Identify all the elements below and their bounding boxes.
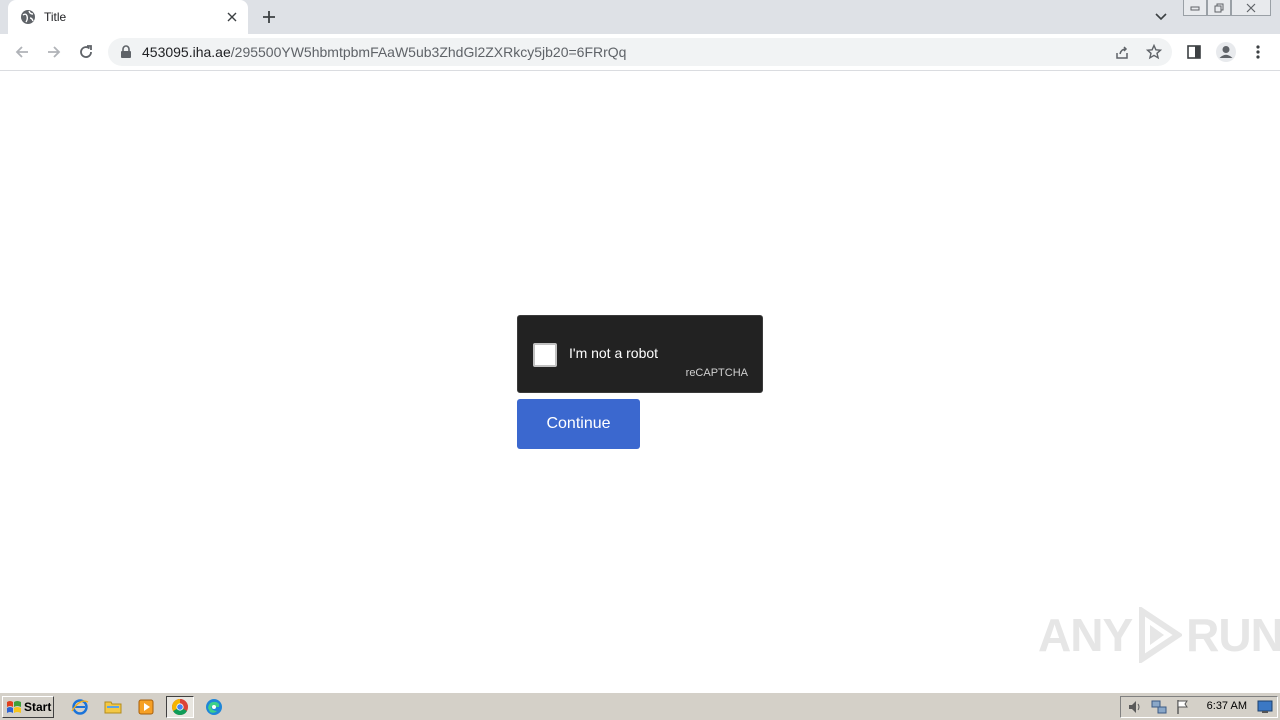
continue-button[interactable]: Continue [517, 399, 640, 449]
restore-icon [1214, 3, 1224, 12]
start-button[interactable]: Start [2, 696, 54, 718]
chrome-icon [172, 699, 188, 716]
tab-search-button[interactable] [1150, 6, 1172, 28]
volume-icon[interactable] [1127, 699, 1143, 715]
side-panel-button[interactable] [1180, 38, 1208, 66]
clock: 6:37 AM [1206, 700, 1247, 712]
taskbar-edge[interactable] [200, 696, 228, 718]
reload-icon [80, 45, 92, 58]
show-desktop-icon[interactable] [1257, 699, 1273, 715]
star-icon[interactable] [1144, 42, 1164, 62]
more-vertical-icon [1256, 45, 1260, 59]
recaptcha-widget: I'm not a robot reCAPTCHA [517, 315, 763, 393]
url-path: /295500YW5hbmtpbmFAaW5ub3ZhdGl2ZXRkcy5jb… [230, 44, 627, 60]
plus-icon [263, 11, 275, 23]
network-icon[interactable] [1151, 699, 1167, 715]
tab-title-page[interactable]: Title [8, 0, 248, 34]
taskbar-chrome[interactable] [166, 696, 194, 718]
restore-button[interactable] [1207, 0, 1231, 16]
windows-flag-icon [7, 701, 21, 713]
arrow-right-icon [48, 46, 61, 58]
recaptcha-label: I'm not a robot [569, 345, 659, 361]
address-bar[interactable]: 453095.iha.ae/295500YW5hbmtpbmFAaW5ub3Zh… [108, 38, 1172, 66]
avatar-icon [1216, 42, 1236, 62]
tab-strip: Title [0, 0, 1280, 34]
globe-icon [20, 9, 36, 25]
taskbar-internet-explorer[interactable] [66, 696, 94, 718]
close-icon[interactable] [222, 7, 242, 27]
recaptcha-checkbox[interactable] [533, 343, 557, 367]
back-button[interactable] [8, 38, 36, 66]
tab-title: Title [44, 10, 67, 24]
close-icon [1246, 3, 1256, 12]
taskbar-media-player[interactable] [132, 696, 160, 718]
side-panel-icon [1187, 45, 1201, 59]
page-content: I'm not a robot reCAPTCHA Continue ANY R… [0, 71, 1280, 691]
url-host: 453095.iha.ae [142, 44, 231, 60]
play-icon [1139, 607, 1183, 663]
edge-icon [206, 699, 222, 715]
watermark-right: RUN [1186, 609, 1280, 661]
close-window-button[interactable] [1231, 0, 1271, 16]
chevron-down-icon [1155, 13, 1167, 21]
browser-toolbar: 453095.iha.ae/295500YW5hbmtpbmFAaW5ub3Zh… [0, 34, 1280, 71]
start-label: Start [24, 700, 52, 714]
folder-icon [104, 701, 122, 714]
forward-button[interactable] [40, 38, 68, 66]
action-center-flag-icon[interactable] [1175, 699, 1191, 715]
window-controls [1183, 0, 1271, 18]
profile-button[interactable] [1212, 38, 1240, 66]
new-tab-button[interactable] [258, 6, 280, 28]
reload-button[interactable] [72, 38, 100, 66]
minimize-icon [1190, 6, 1200, 10]
minimize-button[interactable] [1183, 0, 1207, 16]
anyrun-watermark: ANY RUN [1038, 607, 1280, 663]
internet-explorer-icon [71, 699, 89, 715]
url-text: 453095.iha.ae/295500YW5hbmtpbmFAaW5ub3Zh… [142, 44, 626, 60]
taskbar-file-explorer[interactable] [99, 696, 127, 718]
recaptcha-brand: reCAPTCHA [685, 367, 748, 379]
menu-button[interactable] [1244, 38, 1272, 66]
taskbar: Start 6:37 AM [0, 692, 1280, 720]
lock-icon [118, 44, 134, 60]
arrow-left-icon [15, 46, 28, 58]
watermark-left: ANY [1038, 609, 1133, 661]
system-tray: 6:37 AM [1120, 696, 1278, 718]
share-icon[interactable] [1112, 42, 1132, 62]
media-player-icon [138, 699, 154, 715]
